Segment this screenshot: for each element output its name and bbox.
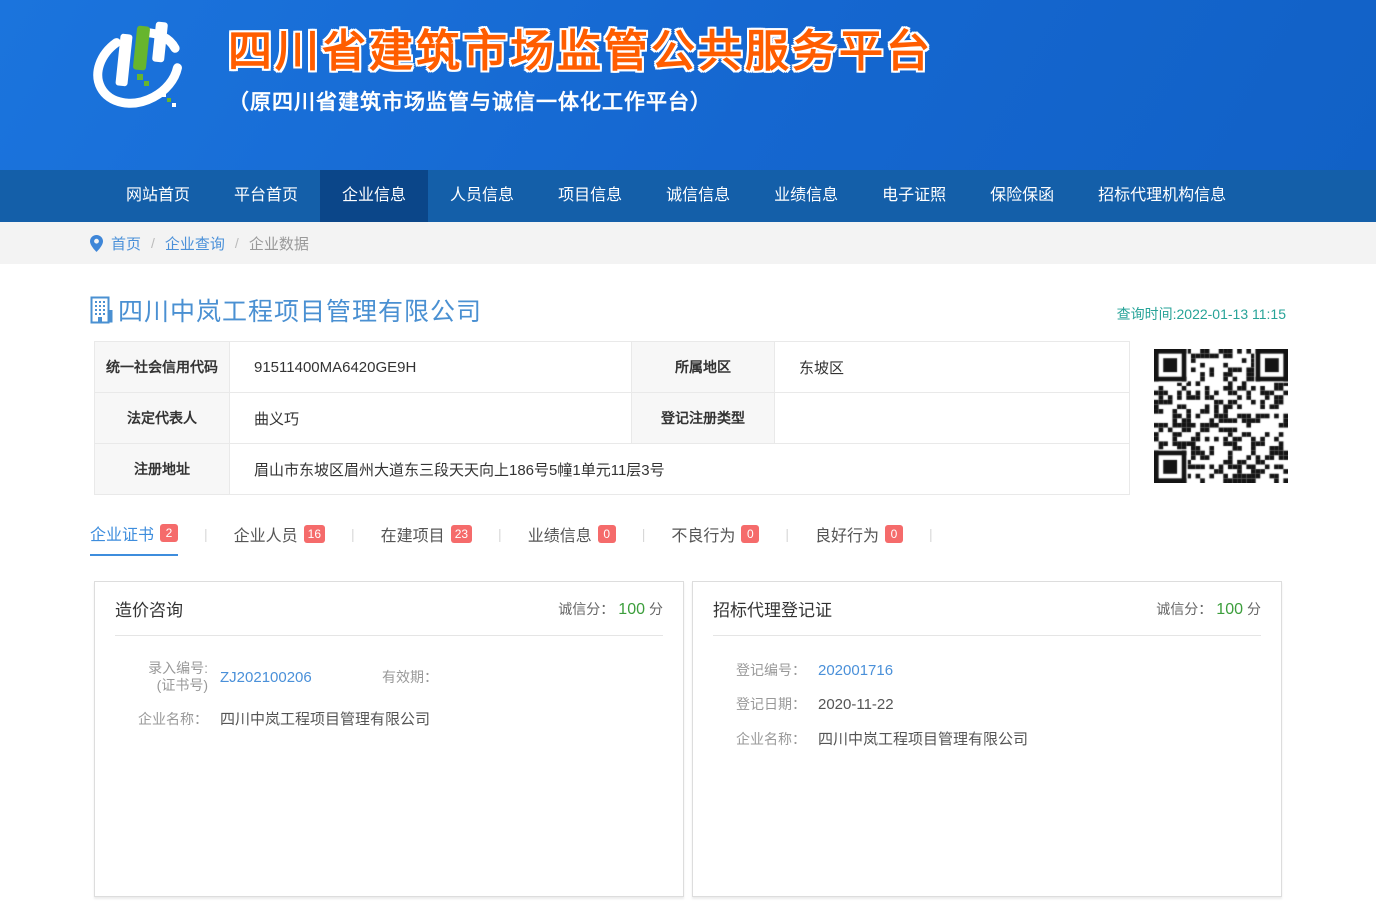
- tab-separator: |: [642, 526, 646, 551]
- field-row-cert-no: 录入编号: (证书号) ZJ202100206 有效期：: [120, 660, 663, 694]
- tab-badge: 16: [304, 525, 325, 543]
- breadcrumb-separator: /: [151, 235, 155, 251]
- breadcrumb: 首页 / 企业查询 / 企业数据: [0, 222, 1376, 264]
- info-label-registration-type: 登记注册类型: [632, 393, 775, 444]
- site-subtitle: （原四川省建筑市场监管与诚信一体化工作平台）: [228, 86, 933, 116]
- score-unit: 分: [1247, 601, 1261, 617]
- qr-code: [1154, 349, 1288, 483]
- reg-no-link[interactable]: 202001716: [818, 662, 893, 679]
- nav-item-performance-info[interactable]: 业绩信息: [752, 170, 860, 222]
- tab-enterprise-certificates[interactable]: 企业证书 2: [90, 521, 178, 556]
- tab-label: 在建项目: [381, 522, 445, 546]
- company-info-table: 统一社会信用代码 91511400MA6420GE9H 所属地区 东坡区 法定代…: [94, 341, 1130, 495]
- tab-label: 良好行为: [815, 522, 879, 546]
- validity-label: 有效期：: [368, 667, 438, 687]
- field-row-reg-date: 登记日期： 2020-11-22: [718, 694, 1261, 714]
- card-title: 造价咨询: [115, 596, 183, 621]
- company-name-label: 企业名称：: [718, 729, 806, 749]
- building-icon: [90, 296, 114, 324]
- table-row: 注册地址 眉山市东坡区眉州大道东三段天天向上186号5幢1单元11层3号: [95, 444, 1130, 495]
- tab-badge: 23: [451, 525, 472, 543]
- company-info-section: 统一社会信用代码 91511400MA6420GE9H 所属地区 东坡区 法定代…: [88, 341, 1288, 495]
- tab-badge: 0: [741, 525, 759, 543]
- field-row-reg-no: 登记编号： 202001716: [718, 660, 1261, 680]
- tab-good-behavior[interactable]: 良好行为 0: [815, 522, 903, 555]
- card-title: 招标代理登记证: [713, 596, 832, 621]
- site-header: 四川省建筑市场监管公共服务平台 （原四川省建筑市场监管与诚信一体化工作平台）: [0, 0, 1376, 170]
- field-row-company-name: 企业名称： 四川中岚工程项目管理有限公司: [120, 708, 663, 729]
- score-value: 100: [1216, 601, 1243, 618]
- info-label-region: 所属地区: [632, 342, 775, 393]
- card-bidding-agency-registration: 招标代理登记证 诚信分：100分 登记编号： 202001716 登记日期： 2…: [692, 581, 1282, 897]
- breadcrumb-home-link[interactable]: 首页: [111, 233, 141, 254]
- nav-item-platform-home[interactable]: 平台首页: [212, 170, 320, 222]
- tab-bad-behavior[interactable]: 不良行为 0: [671, 522, 759, 555]
- main-nav: 网站首页 平台首页 企业信息 人员信息 项目信息 诚信信息 业绩信息 电子证照 …: [0, 170, 1376, 222]
- info-label-legal-rep: 法定代表人: [95, 393, 230, 444]
- tab-badge: 0: [885, 525, 903, 543]
- info-value-legal-rep: 曲义巧: [230, 393, 632, 444]
- reg-no-label: 登记编号：: [718, 660, 806, 680]
- nav-item-project-info[interactable]: 项目信息: [536, 170, 644, 222]
- nav-item-bidding-agency-info[interactable]: 招标代理机构信息: [1076, 170, 1248, 222]
- tab-badge: 0: [598, 525, 616, 543]
- field-row-company-name: 企业名称： 四川中岚工程项目管理有限公司: [718, 728, 1261, 749]
- site-logo-icon: [88, 12, 190, 118]
- nav-item-e-certificate[interactable]: 电子证照: [860, 170, 968, 222]
- tab-performance-info[interactable]: 业绩信息 0: [528, 522, 616, 555]
- info-label-registered-address: 注册地址: [95, 444, 230, 495]
- info-label-credit-code: 统一社会信用代码: [95, 342, 230, 393]
- table-row: 统一社会信用代码 91511400MA6420GE9H 所属地区 东坡区: [95, 342, 1130, 393]
- tab-separator: |: [204, 526, 208, 551]
- reg-date-label: 登记日期：: [718, 694, 806, 714]
- score-value: 100: [618, 601, 645, 618]
- info-value-registered-address: 眉山市东坡区眉州大道东三段天天向上186号5幢1单元11层3号: [230, 444, 1130, 495]
- table-row: 法定代表人 曲义巧 登记注册类型: [95, 393, 1130, 444]
- nav-item-credit-info[interactable]: 诚信信息: [644, 170, 752, 222]
- tab-separator: |: [929, 526, 933, 551]
- tab-separator: |: [498, 526, 502, 551]
- card-cost-consulting: 造价咨询 诚信分：100分 录入编号: (证书号) ZJ202100206 有效…: [94, 581, 684, 897]
- query-time: 查询时间:2022-01-13 11:15: [1117, 304, 1286, 328]
- tab-label: 不良行为: [671, 522, 735, 546]
- nav-item-enterprise-info[interactable]: 企业信息: [320, 170, 428, 222]
- info-value-region: 东坡区: [775, 342, 1130, 393]
- tab-label: 业绩信息: [528, 522, 592, 546]
- tab-enterprise-personnel[interactable]: 企业人员 16: [234, 522, 325, 555]
- score-label: 诚信分：: [558, 601, 614, 617]
- detail-tabs: 企业证书 2 | 企业人员 16 | 在建项目 23 | 业绩信息 0 | 不良…: [88, 519, 1288, 557]
- tab-label: 企业人员: [234, 522, 298, 546]
- nav-item-insurance-guarantee[interactable]: 保险保函: [968, 170, 1076, 222]
- reg-date-value: 2020-11-22: [818, 696, 894, 713]
- company-name-label: 企业名称：: [120, 709, 208, 729]
- tab-projects-under-construction[interactable]: 在建项目 23: [381, 522, 472, 555]
- info-value-registration-type: [775, 393, 1130, 444]
- certificate-cards: 造价咨询 诚信分：100分 录入编号: (证书号) ZJ202100206 有效…: [88, 581, 1288, 897]
- nav-item-personnel-info[interactable]: 人员信息: [428, 170, 536, 222]
- tab-separator: |: [351, 526, 355, 551]
- score-label: 诚信分：: [1156, 601, 1212, 617]
- tab-badge: 2: [160, 524, 178, 542]
- info-value-credit-code: 91511400MA6420GE9H: [230, 342, 632, 393]
- nav-item-website-home[interactable]: 网站首页: [104, 170, 212, 222]
- site-title: 四川省建筑市场监管公共服务平台: [228, 26, 933, 78]
- cert-no-link[interactable]: ZJ202100206: [220, 669, 368, 686]
- main-content: 四川中岚工程项目管理有限公司 查询时间:2022-01-13 11:15 统一社…: [88, 264, 1288, 897]
- cert-no-label: 录入编号: (证书号): [120, 660, 208, 694]
- tab-separator: |: [785, 526, 789, 551]
- score-unit: 分: [649, 601, 663, 617]
- company-name-value: 四川中岚工程项目管理有限公司: [818, 728, 1028, 749]
- company-name-value: 四川中岚工程项目管理有限公司: [220, 708, 430, 729]
- breadcrumb-enterprise-query-link[interactable]: 企业查询: [165, 233, 225, 254]
- tab-label: 企业证书: [90, 521, 154, 545]
- breadcrumb-current: 企业数据: [249, 233, 309, 254]
- company-name: 四川中岚工程项目管理有限公司: [118, 292, 482, 328]
- location-pin-icon: [90, 235, 103, 252]
- breadcrumb-separator: /: [235, 235, 239, 251]
- company-header: 四川中岚工程项目管理有限公司 查询时间:2022-01-13 11:15: [88, 292, 1288, 328]
